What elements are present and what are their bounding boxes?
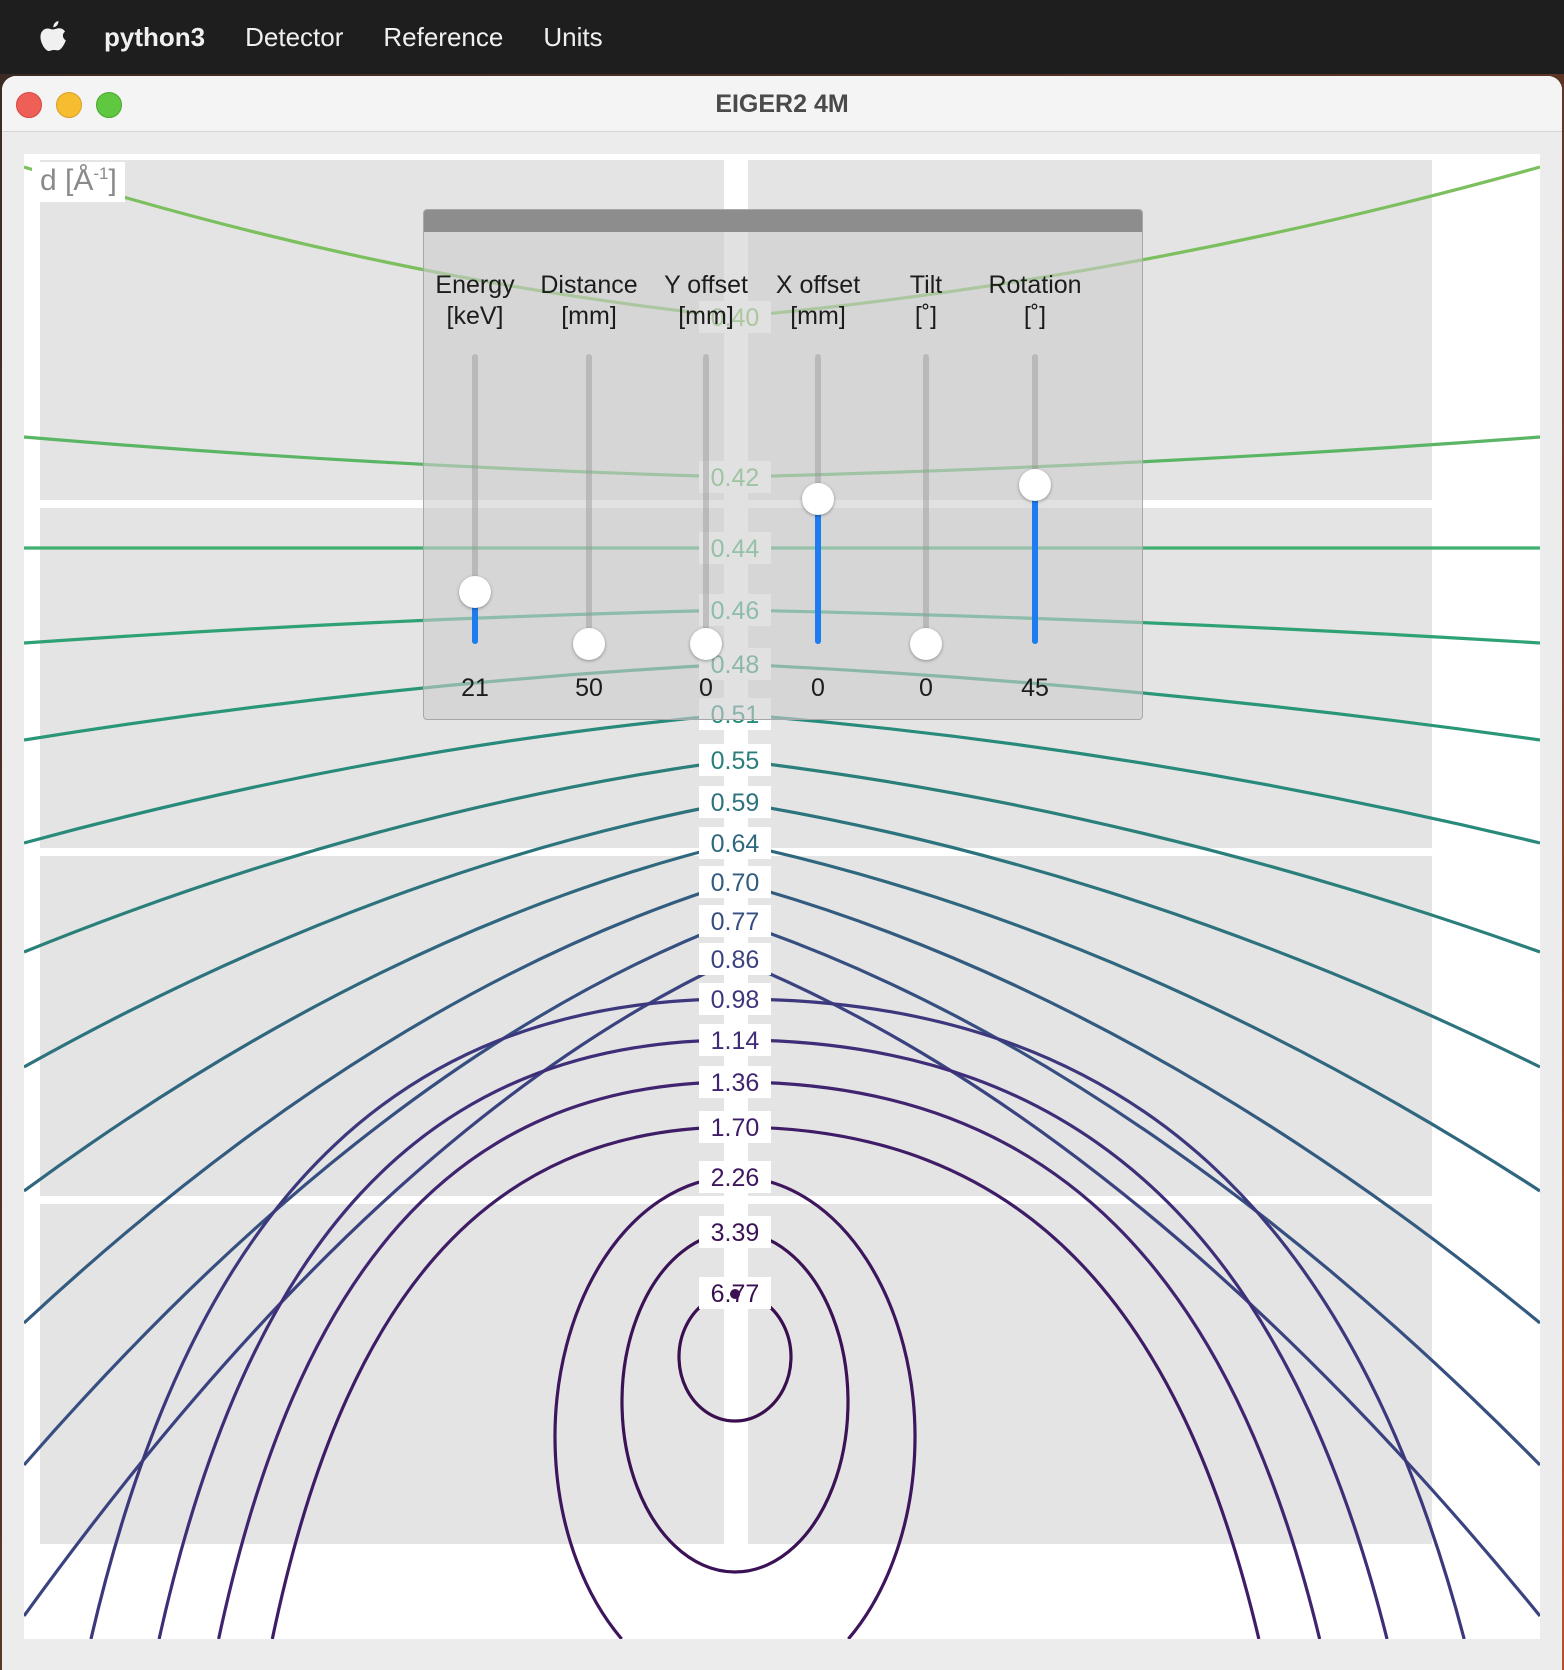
tilt-value: 0: [919, 674, 933, 702]
x-offset-value: 0: [811, 674, 825, 702]
rotation-value: 45: [1021, 674, 1049, 702]
contour-label: 0.64: [711, 830, 760, 858]
y-offset-label: Y offset [mm]: [664, 271, 748, 330]
y-offset-value: 0: [699, 674, 713, 702]
contour-label: 0.86: [711, 946, 760, 974]
window-title: EIGER2 4M: [715, 90, 849, 118]
energy-value: 21: [461, 674, 489, 702]
beam-center-marker: [730, 1289, 740, 1299]
y-offset-slider: Y offset [mm] 0: [646, 270, 766, 710]
rotation-fill: [1032, 484, 1038, 644]
energy-label: Energy [keV]: [435, 271, 515, 330]
x-offset-track[interactable]: [802, 354, 834, 644]
tilt-thumb[interactable]: [910, 628, 942, 660]
distance-value: 50: [575, 674, 603, 702]
tilt-label: Tilt [˚]: [909, 271, 943, 330]
panel-drag-handle[interactable]: [424, 210, 1142, 232]
apple-icon[interactable]: [36, 18, 70, 56]
app-menu[interactable]: python3: [104, 22, 205, 53]
contour-label: 0.55: [711, 747, 760, 775]
detector-module: [748, 856, 1432, 1196]
distance-track[interactable]: [573, 354, 605, 660]
rotation-label: Rotation [˚]: [988, 271, 1082, 330]
detector-module: [40, 1204, 724, 1544]
contour-label: 3.39: [711, 1219, 760, 1247]
contour-label: 2.26: [711, 1164, 760, 1192]
detector-module: [748, 1204, 1432, 1544]
y-offset-thumb[interactable]: [690, 628, 722, 660]
y-axis-label: d [Å-1]: [32, 162, 125, 202]
menu-units[interactable]: Units: [543, 22, 602, 53]
x-offset-label: X offset [mm]: [775, 271, 861, 330]
x-offset-thumb[interactable]: [802, 483, 834, 515]
contour-label: 0.98: [711, 986, 760, 1014]
contour-label: 1.36: [711, 1069, 760, 1097]
parameter-panel: Energy [keV] 21 Distance [mm] 50 Y offset[…: [423, 209, 1143, 720]
contour-label: 1.70: [711, 1114, 760, 1142]
y-offset-track[interactable]: [690, 354, 722, 660]
distance-slider: Distance [mm] 50: [529, 270, 649, 710]
title-bar[interactable]: EIGER2 4M: [2, 76, 1562, 132]
energy-thumb[interactable]: [459, 575, 491, 608]
menu-detector[interactable]: Detector: [245, 22, 343, 53]
main-window: EIGER2 4M 0.400.420.440.460.480.510.550.…: [2, 76, 1562, 1670]
distance-thumb[interactable]: [573, 628, 605, 660]
x-offset-slider: X offset [mm] 0: [758, 270, 878, 710]
energy-track[interactable]: [459, 354, 491, 644]
contour-label: 0.77: [711, 908, 760, 936]
x-offset-fill: [815, 499, 821, 644]
energy-slider: Energy [keV] 21: [415, 270, 535, 710]
contour-label: 1.14: [711, 1027, 760, 1055]
rotation-track[interactable]: [1019, 354, 1051, 644]
distance-label: Distance [mm]: [540, 271, 638, 330]
contour-label: 0.70: [711, 869, 760, 897]
rotation-slider: Rotation [˚] 45: [975, 270, 1095, 710]
tilt-slider: Tilt [˚] 0: [866, 270, 986, 710]
menu-reference[interactable]: Reference: [383, 22, 503, 53]
tilt-track[interactable]: [910, 354, 942, 660]
contour-label: 0.59: [711, 789, 760, 817]
menu-bar: python3 Detector Reference Units: [0, 0, 1564, 74]
rotation-thumb[interactable]: [1019, 468, 1051, 501]
